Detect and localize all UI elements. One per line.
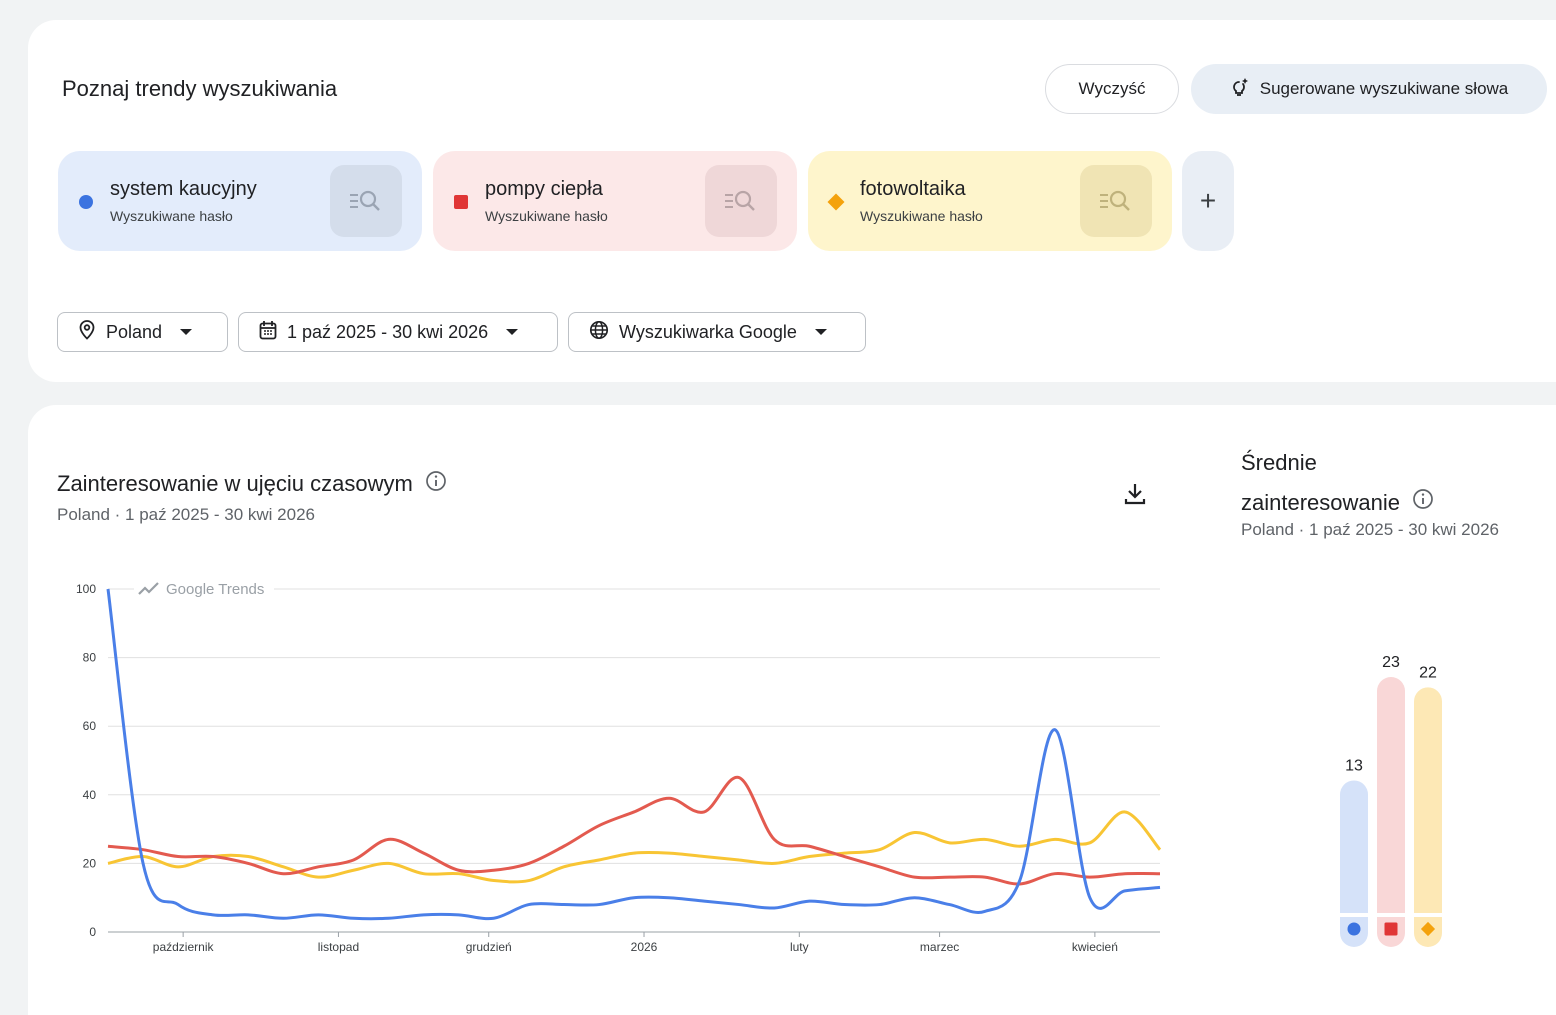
term-name: pompy ciepła xyxy=(485,178,603,200)
term-chip-system-kaucyjny[interactable]: system kaucyjny Wyszukiwane hasło xyxy=(58,151,422,251)
bar-separator xyxy=(1414,913,1442,917)
x-tick-label: marzec xyxy=(920,940,959,954)
interest-over-time-title: Zainteresowanie w ujęciu czasowym xyxy=(57,470,447,498)
chevron-down-icon xyxy=(180,329,193,335)
info-icon[interactable] xyxy=(1412,483,1434,523)
explore-title: Poznaj trendy wyszukiwania xyxy=(62,76,338,101)
search-list-icon[interactable] xyxy=(1080,165,1152,237)
x-tick-label: grudzień xyxy=(466,940,512,954)
term-chip-pompy-ciepla[interactable]: pompy ciepła Wyszukiwane hasło xyxy=(433,151,797,251)
location-dropdown[interactable]: Poland xyxy=(57,312,228,352)
y-tick-label: 0 xyxy=(89,925,96,939)
explore-card: Poznaj trendy wyszukiwania Wyczyść Suger… xyxy=(28,20,1556,382)
clear-button[interactable]: Wyczyść xyxy=(1045,64,1179,114)
x-tick-label: 2026 xyxy=(631,940,658,954)
bar-value-label: 13 xyxy=(1345,757,1363,774)
bar-value-label: 22 xyxy=(1419,664,1437,681)
average-interest-subtitle: Poland · 1 paź 2025 - 30 kwi 2026 xyxy=(1241,520,1500,539)
term-type: Wyszukiwane hasło xyxy=(110,208,233,224)
search-list-icon[interactable] xyxy=(330,165,402,237)
y-tick-label: 60 xyxy=(83,719,97,733)
term-name: system kaucyjny xyxy=(110,178,257,200)
bar-value-label: 23 xyxy=(1382,654,1400,671)
red-square-marker-icon xyxy=(1384,922,1398,936)
lightbulb-sparkle-icon xyxy=(1230,77,1250,102)
suggested-terms-button[interactable]: Sugerowane wyszukiwane słowa xyxy=(1191,64,1547,114)
y-tick-label: 80 xyxy=(83,651,97,665)
series-line-fotowoltaika[interactable] xyxy=(107,810,1162,884)
y-tick-label: 20 xyxy=(83,856,97,870)
average-bar[interactable] xyxy=(1377,677,1405,947)
term-name: fotowoltaika xyxy=(860,178,966,200)
term-type: Wyszukiwane hasło xyxy=(860,208,983,224)
bar-separator xyxy=(1377,913,1405,917)
bar-separator xyxy=(1340,913,1368,917)
calendar-icon xyxy=(259,320,277,345)
location-pin-icon xyxy=(78,319,96,345)
google-trends-watermark: Google Trends xyxy=(166,581,264,598)
y-tick-label: 40 xyxy=(83,788,97,802)
blue-circle-marker-icon xyxy=(79,195,93,209)
search-list-icon[interactable] xyxy=(705,165,777,237)
search-source-dropdown[interactable]: Wyszukiwarka Google xyxy=(568,312,866,352)
y-tick-label: 100 xyxy=(76,582,96,596)
clear-button-label: Wyczyść xyxy=(1078,79,1146,98)
series-line-pompy-ciepła[interactable] xyxy=(107,776,1161,886)
x-tick-label: luty xyxy=(790,940,809,954)
chevron-down-icon xyxy=(814,329,827,335)
globe-icon xyxy=(589,320,609,345)
suggested-terms-label: Sugerowane wyszukiwane słowa xyxy=(1259,79,1509,98)
x-tick-label: październik xyxy=(153,940,215,954)
add-term-button[interactable]: + xyxy=(1182,151,1234,251)
x-tick-label: listopad xyxy=(318,940,359,954)
search-source-value: Wyszukiwarka Google xyxy=(619,321,797,342)
interest-over-time-chart: 0 20 40 60 80 100 Google Trends październik list… xyxy=(76,578,1162,954)
average-interest-title-line2: zainteresowanie xyxy=(1241,490,1400,515)
term-type: Wyszukiwane hasło xyxy=(485,208,608,224)
red-square-marker-icon xyxy=(454,195,468,209)
interest-over-time-title-text: Zainteresowanie w ujęciu czasowym xyxy=(57,471,413,496)
chevron-down-icon xyxy=(506,329,519,335)
interest-over-time-subtitle: Poland · 1 paź 2025 - 30 kwi 2026 xyxy=(57,505,316,524)
average-bar[interactable] xyxy=(1340,780,1368,947)
info-icon[interactable] xyxy=(425,470,447,498)
plus-icon: + xyxy=(1199,185,1217,216)
x-tick-label: kwiecień xyxy=(1072,940,1118,954)
average-interest-chart: 13 23 22 xyxy=(1340,654,1442,947)
term-chip-fotowoltaika[interactable]: fotowoltaika Wyszukiwane hasło xyxy=(808,151,1172,251)
average-interest-title: Średnie zainteresowanie xyxy=(1241,443,1434,523)
date-range-value: 1 paź 2025 - 30 kwi 2026 xyxy=(287,321,489,342)
average-interest-title-line1: Średnie xyxy=(1241,450,1317,475)
average-bar[interactable] xyxy=(1414,687,1442,947)
blue-circle-marker-icon xyxy=(1347,922,1361,936)
yellow-diamond-marker-icon xyxy=(827,193,845,211)
date-range-dropdown[interactable]: 1 paź 2025 - 30 kwi 2026 xyxy=(238,312,558,352)
download-icon[interactable] xyxy=(1120,479,1150,509)
location-value: Poland xyxy=(106,321,163,342)
